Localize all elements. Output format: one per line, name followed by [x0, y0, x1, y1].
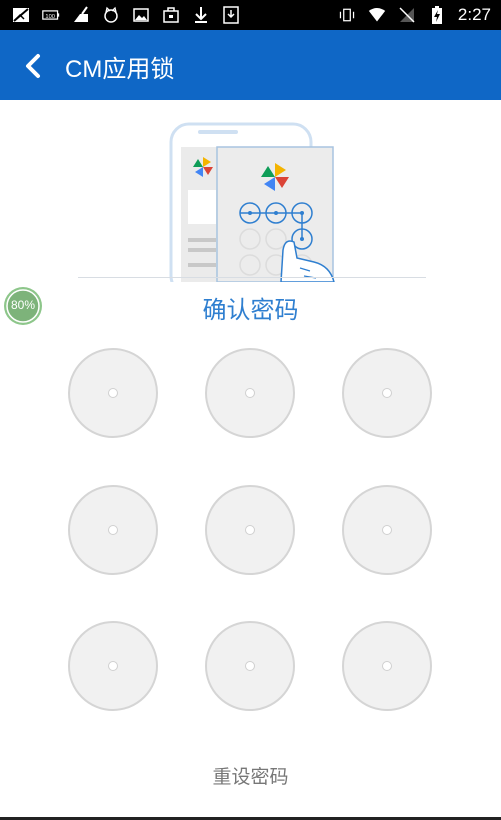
- wifi-icon: [368, 6, 386, 24]
- cat-icon: [102, 6, 120, 24]
- no-signal-image-icon: [12, 6, 30, 24]
- status-time: 2:27: [457, 5, 491, 24]
- app-title: CM应用锁: [65, 56, 175, 83]
- pattern-dot-8[interactable]: [205, 621, 295, 711]
- vibrate-icon: [338, 6, 356, 24]
- pattern-dot-7[interactable]: [68, 621, 158, 711]
- status-bar: 100 2:27: [0, 0, 501, 30]
- calendar-bag-icon: [162, 6, 180, 24]
- no-sim-icon: [398, 6, 416, 24]
- pattern-dot-9[interactable]: [342, 621, 432, 711]
- pattern-dot-3[interactable]: [342, 348, 432, 438]
- pattern-lock-illustration: [169, 122, 335, 282]
- pattern-dot-5[interactable]: [205, 485, 295, 575]
- cleaner-icon: [72, 6, 90, 24]
- pattern-dot-2[interactable]: [205, 348, 295, 438]
- pattern-dot-4[interactable]: [68, 485, 158, 575]
- download-icon: [192, 6, 210, 24]
- pattern-dot-1[interactable]: [68, 348, 158, 438]
- divider: [78, 277, 426, 278]
- battery-level-text: 100: [45, 14, 55, 20]
- battery-100-icon: 100: [42, 6, 60, 24]
- back-button[interactable]: [18, 50, 50, 82]
- app-bar: CM应用锁: [0, 30, 501, 100]
- confirm-password-title: 确认密码: [202, 296, 299, 324]
- image-icon: [132, 6, 150, 24]
- battery-charging-icon: [428, 6, 446, 24]
- chevron-left-icon: [26, 54, 40, 78]
- download-box-icon: [222, 6, 240, 24]
- pattern-dot-6[interactable]: [342, 485, 432, 575]
- reset-password-button[interactable]: 重设密码: [0, 762, 501, 789]
